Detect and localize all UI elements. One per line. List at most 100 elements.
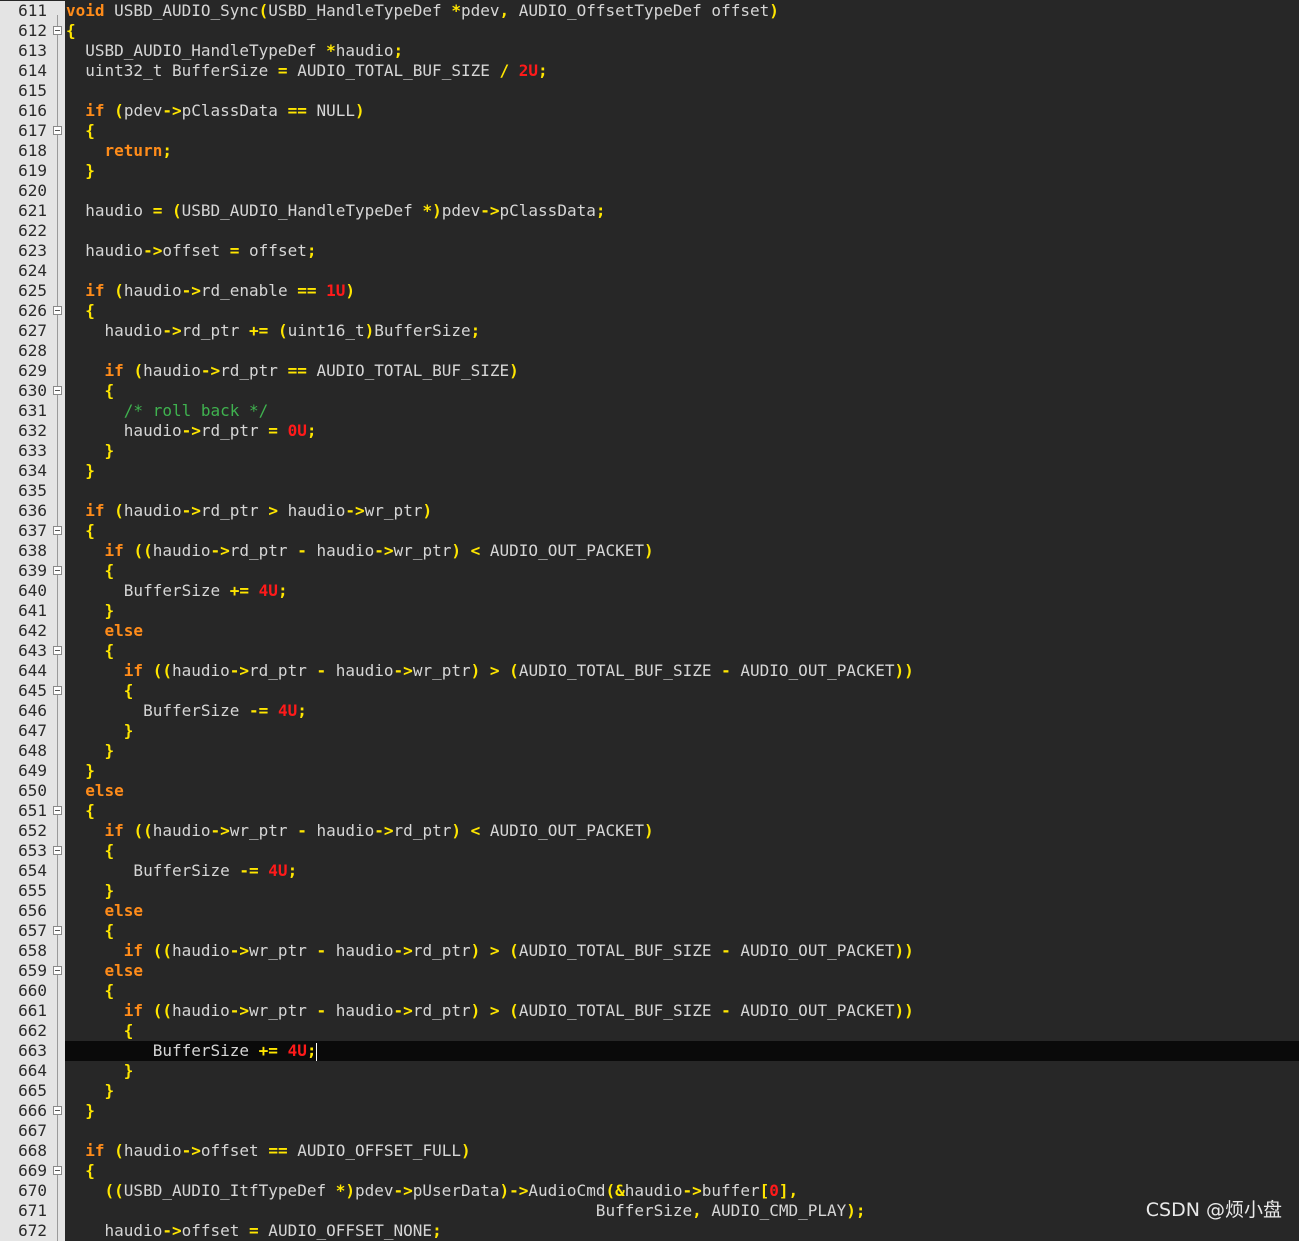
code-line[interactable]: 668 if (haudio->offset == AUDIO_OFFSET_F… xyxy=(0,1141,1299,1161)
code-text: USBD_AUDIO_HandleTypeDef *haudio; xyxy=(66,41,403,61)
code-line[interactable]: 670 ((USBD_AUDIO_ItfTypeDef *)pdev->pUse… xyxy=(0,1181,1299,1201)
code-line[interactable]: 621 haudio = (USBD_AUDIO_HandleTypeDef *… xyxy=(0,201,1299,221)
line-number: 653 xyxy=(0,841,50,861)
code-line[interactable]: 613 USBD_AUDIO_HandleTypeDef *haudio; xyxy=(0,41,1299,61)
text-caret xyxy=(316,1042,318,1061)
fold-toggle-icon[interactable] xyxy=(50,381,65,401)
code-line[interactable]: 645 { xyxy=(0,681,1299,701)
code-line[interactable]: 625 if (haudio->rd_enable == 1U) xyxy=(0,281,1299,301)
code-line[interactable]: 618 return; xyxy=(0,141,1299,161)
code-line[interactable]: 640 BufferSize += 4U; xyxy=(0,581,1299,601)
code-line[interactable]: 629 if (haudio->rd_ptr == AUDIO_TOTAL_BU… xyxy=(0,361,1299,381)
code-line[interactable]: 641 } xyxy=(0,601,1299,621)
code-line[interactable]: 623 haudio->offset = offset; xyxy=(0,241,1299,261)
fold-toggle-icon[interactable] xyxy=(50,1101,65,1121)
code-line[interactable]: 624 xyxy=(0,261,1299,281)
token-id: wr_ptr xyxy=(249,1001,317,1020)
token-num: 0 xyxy=(769,1181,779,1200)
code-line[interactable]: 653 { xyxy=(0,841,1299,861)
code-line[interactable]: 656 else xyxy=(0,901,1299,921)
code-line[interactable]: 617 { xyxy=(0,121,1299,141)
code-line[interactable]: 635 xyxy=(0,481,1299,501)
code-line[interactable]: 636 if (haudio->rd_ptr > haudio->wr_ptr) xyxy=(0,501,1299,521)
code-line[interactable]: 646 BufferSize -= 4U; xyxy=(0,701,1299,721)
fold-toggle-icon[interactable] xyxy=(50,521,65,541)
code-line[interactable]: 661 if ((haudio->wr_ptr - haudio->rd_ptr… xyxy=(0,1001,1299,1021)
code-line[interactable]: 647 } xyxy=(0,721,1299,741)
token-op: -> xyxy=(200,361,221,380)
code-line[interactable]: 638 if ((haudio->rd_ptr - haudio->wr_ptr… xyxy=(0,541,1299,561)
code-line[interactable]: 662 { xyxy=(0,1021,1299,1041)
fold-toggle-icon[interactable] xyxy=(50,841,65,861)
code-line[interactable]: 669 { xyxy=(0,1161,1299,1181)
fold-toggle-icon[interactable] xyxy=(50,1161,65,1181)
code-line[interactable]: 614 uint32_t BufferSize = AUDIO_TOTAL_BU… xyxy=(0,61,1299,81)
code-line[interactable]: 660 { xyxy=(0,981,1299,1001)
code-line[interactable]: 622 xyxy=(0,221,1299,241)
token-id: haudio xyxy=(326,1001,394,1020)
code-line[interactable]: 657 { xyxy=(0,921,1299,941)
code-line[interactable]: 648 } xyxy=(0,741,1299,761)
fold-toggle-icon[interactable] xyxy=(50,21,65,41)
fold-toggle-icon[interactable] xyxy=(50,641,65,661)
code-line[interactable]: 652 if ((haudio->wr_ptr - haudio->rd_ptr… xyxy=(0,821,1299,841)
code-line[interactable]: 612 { xyxy=(0,21,1299,41)
fold-margin xyxy=(50,361,65,381)
code-line[interactable]: 658 if ((haudio->wr_ptr - haudio->rd_ptr… xyxy=(0,941,1299,961)
code-line[interactable]: 649 } xyxy=(0,761,1299,781)
code-line[interactable]: 659 else xyxy=(0,961,1299,981)
fold-toggle-icon[interactable] xyxy=(50,681,65,701)
token-op: += xyxy=(229,581,250,600)
code-line[interactable]: 620 xyxy=(0,181,1299,201)
fold-margin xyxy=(50,821,65,841)
code-line[interactable]: 626 { xyxy=(0,301,1299,321)
code-line[interactable]: 627 haudio->rd_ptr += (uint16_t)BufferSi… xyxy=(0,321,1299,341)
code-line[interactable]: 639 { xyxy=(0,561,1299,581)
code-line[interactable]: 651 { xyxy=(0,801,1299,821)
code-line[interactable]: 665 } xyxy=(0,1081,1299,1101)
fold-toggle-icon[interactable] xyxy=(50,921,65,941)
code-line[interactable]: 637 { xyxy=(0,521,1299,541)
code-editor[interactable]: 611 void USBD_AUDIO_Sync(USBD_HandleTypeD… xyxy=(0,0,1299,1241)
token-op: ) xyxy=(451,821,461,840)
code-line[interactable]: 630 { xyxy=(0,381,1299,401)
code-line[interactable]: 666 } xyxy=(0,1101,1299,1121)
code-line[interactable]: 655 } xyxy=(0,881,1299,901)
code-line[interactable]: 628 xyxy=(0,341,1299,361)
code-line[interactable]: 672 haudio->offset = AUDIO_OFFSET_NONE; xyxy=(0,1221,1299,1241)
code-line[interactable]: 611 void USBD_AUDIO_Sync(USBD_HandleTypeD… xyxy=(0,1,1299,21)
code-line[interactable]: 650 else xyxy=(0,781,1299,801)
code-line[interactable]: 643 { xyxy=(0,641,1299,661)
token-id: BufferSize xyxy=(66,861,240,880)
token-op: += xyxy=(258,1041,278,1060)
code-line[interactable]: 667 xyxy=(0,1121,1299,1141)
code-line[interactable]: 654 BufferSize -= 4U; xyxy=(0,861,1299,881)
token-op: ( xyxy=(277,321,288,340)
code-line[interactable]: 642 else xyxy=(0,621,1299,641)
code-line[interactable]: 634 } xyxy=(0,461,1299,481)
fold-toggle-icon[interactable] xyxy=(50,801,65,821)
code-line[interactable]: 616 if (pdev->pClassData == NULL) xyxy=(0,101,1299,121)
code-line[interactable]: 615 xyxy=(0,81,1299,101)
code-line-current[interactable]: 663 BufferSize += 4U; xyxy=(0,1041,1299,1061)
code-line[interactable]: 633 } xyxy=(0,441,1299,461)
token-op: < xyxy=(470,821,481,840)
fold-toggle-icon[interactable] xyxy=(50,121,65,141)
token-op: -> xyxy=(374,541,394,560)
fold-toggle-icon[interactable] xyxy=(50,561,65,581)
code-line[interactable]: 671 BufferSize, AUDIO_CMD_PLAY); xyxy=(0,1201,1299,1221)
token-kw: if xyxy=(123,1001,144,1020)
fold-toggle-icon[interactable] xyxy=(50,301,65,321)
fold-toggle-icon[interactable] xyxy=(50,961,65,981)
code-line[interactable]: 664 } xyxy=(0,1061,1299,1081)
code-line[interactable]: 632 haudio->rd_ptr = 0U; xyxy=(0,421,1299,441)
line-number: 636 xyxy=(0,501,50,521)
code-line[interactable]: 631 /* roll back */ xyxy=(0,401,1299,421)
code-line[interactable]: 619 } xyxy=(0,161,1299,181)
token-op: , xyxy=(499,1,510,20)
code-line[interactable]: 644 if ((haudio->rd_ptr - haudio->wr_ptr… xyxy=(0,661,1299,681)
